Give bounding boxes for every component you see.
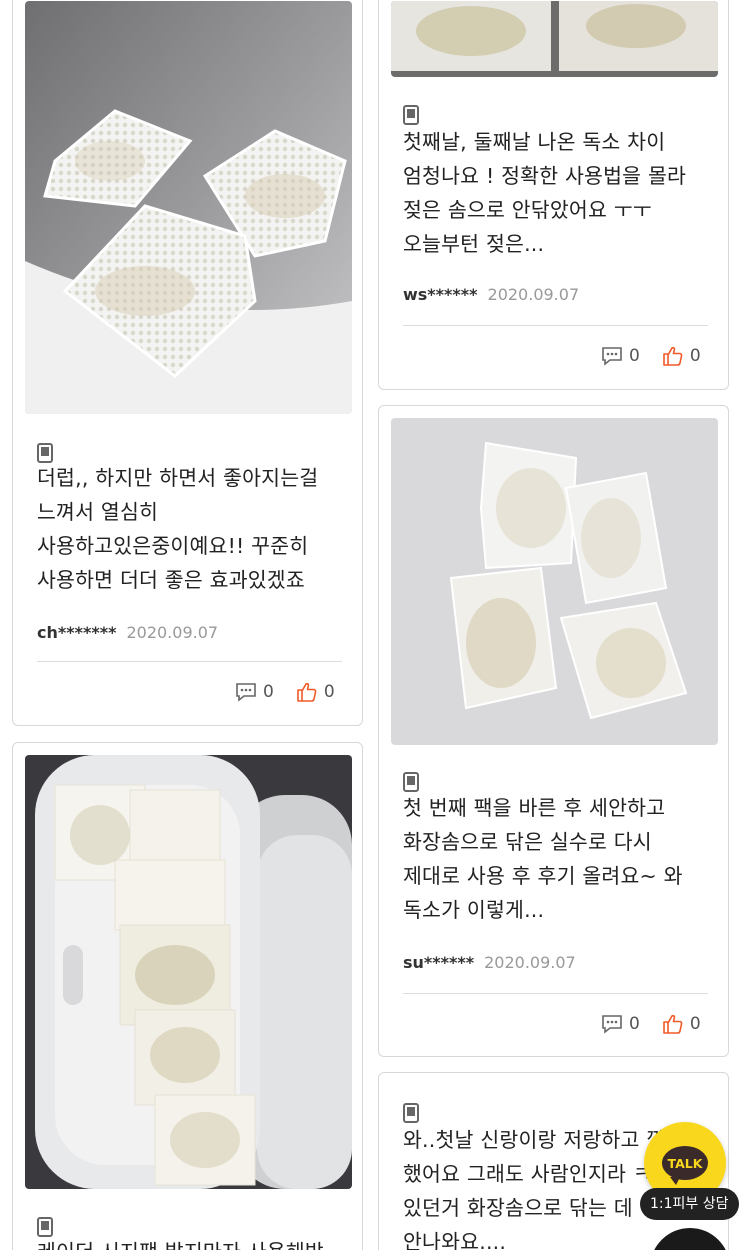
comment-icon: [602, 1015, 622, 1034]
like-button[interactable]: 0: [662, 345, 701, 367]
comment-button[interactable]: 0: [235, 682, 274, 702]
comment-button[interactable]: 0: [601, 1014, 640, 1034]
review-text: 더럽,, 하지만 하면서 좋아지는걸 느껴서 열심히 사용하고있은중이예요!! …: [37, 466, 319, 592]
comment-icon: [602, 347, 622, 366]
reviewer-id: su******: [403, 953, 475, 972]
mobile-device-icon: [37, 443, 53, 463]
mobile-device-icon: [403, 772, 419, 792]
comment-button[interactable]: 0: [601, 346, 640, 366]
review-text: 첫 번째 팩을 바른 후 세안하고 화장솜으로 닦은 실수로 다시 제대로 사용…: [403, 796, 683, 922]
review-card[interactable]: 레이더 시지팩 발지마자 사용해밨: [12, 742, 363, 1250]
review-photo[interactable]: [391, 418, 718, 745]
review-text: 첫째날, 둘째날 나온 독소 차이 엄청나요 ! 정확한 사용법을 몰라 젖은 …: [403, 130, 687, 256]
review-actions: 0 0: [601, 345, 701, 367]
reviewer-id: ch*******: [37, 623, 117, 642]
thumbs-up-icon: [663, 346, 683, 366]
review-feed: 더럽,, 하지만 하면서 좋아지는걸 느껴서 열심히 사용하고있은중이예요!! …: [0, 0, 743, 1250]
review-actions: 0 0: [601, 1013, 701, 1035]
review-card[interactable]: 첫 번째 팩을 바른 후 세안하고 화장솜으로 닦은 실수로 다시 제대로 사용…: [378, 405, 729, 1057]
comment-icon: [236, 683, 256, 702]
talk-bubble-icon: TALK: [662, 1146, 708, 1185]
divider: [403, 325, 708, 326]
thumbs-up-icon: [297, 682, 317, 702]
review-meta: ws****** 2020.09.07: [403, 285, 579, 304]
consult-label[interactable]: 1:1피부 상담: [640, 1188, 739, 1220]
review-date: 2020.09.07: [484, 953, 576, 972]
like-button[interactable]: 0: [296, 681, 335, 703]
review-date: 2020.09.07: [126, 623, 219, 642]
mobile-device-icon: [403, 1103, 419, 1123]
review-date: 2020.09.07: [487, 285, 580, 304]
review-card[interactable]: 더럽,, 하지만 하면서 좋아지는걸 느껴서 열심히 사용하고있은중이예요!! …: [12, 0, 363, 726]
review-card[interactable]: 첫째날, 둘째날 나온 독소 차이 엄청나요 ! 정확한 사용법을 몰라 젖은 …: [378, 0, 729, 390]
like-button[interactable]: 0: [662, 1013, 701, 1035]
mobile-device-icon: [37, 1217, 53, 1237]
review-text: 레이더 시지팩 발지마자 사용해밨: [37, 1235, 347, 1250]
reviewer-id: ws******: [403, 285, 478, 304]
review-actions: 0 0: [235, 681, 335, 703]
divider: [37, 661, 342, 662]
mobile-device-icon: [403, 105, 419, 125]
thumbs-up-icon: [663, 1014, 683, 1034]
review-meta: ch******* 2020.09.07: [37, 623, 218, 642]
review-meta: su****** 2020.09.07: [403, 953, 576, 972]
review-photo[interactable]: [391, 1, 718, 77]
divider: [403, 993, 708, 994]
review-photo[interactable]: [25, 1, 352, 414]
review-photo[interactable]: [25, 755, 352, 1189]
